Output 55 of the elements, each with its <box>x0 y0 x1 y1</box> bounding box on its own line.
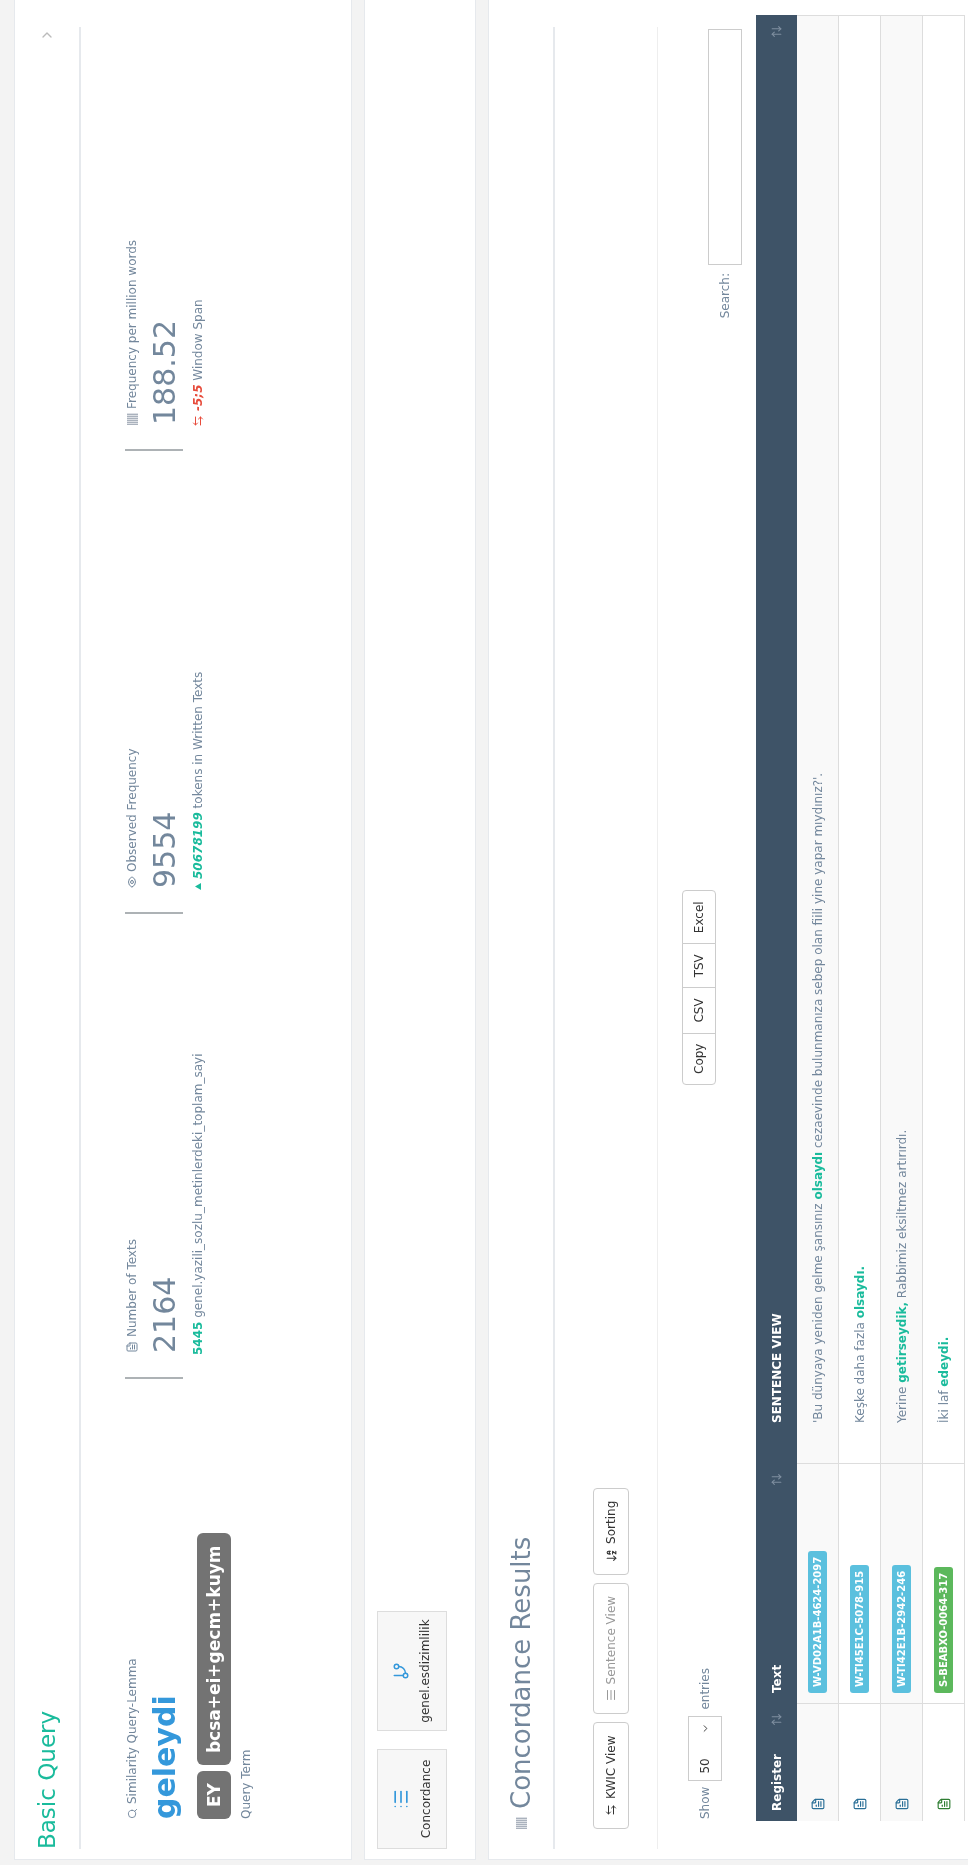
tool-button[interactable]: genel.esdizimlilik <box>377 1611 447 1731</box>
search-label: Search: <box>718 273 732 319</box>
lines-icon <box>605 1689 617 1702</box>
export-button[interactable]: CSV <box>682 987 716 1034</box>
column-header[interactable]: Register <box>756 1703 797 1821</box>
sentence-text: 'Bu dünyaya yeniden gelme şansınız olsaydı cezaevinde bulunmanıza sebep olan fiili yine yapar mıydınız?'. <box>810 772 825 1423</box>
view-button[interactable]: Sorting <box>593 1487 629 1575</box>
sort-icon <box>770 1473 783 1486</box>
query-label: Similarity Query-Lemma <box>125 1658 139 1819</box>
stat-note: 5445 genel.yazili_sozlu_metinlerdeki_toplam_sayi <box>191 1053 205 1355</box>
show-label: Show <box>698 1786 712 1819</box>
search-field[interactable] <box>708 29 742 265</box>
bars-icon <box>126 413 138 425</box>
sort-icon <box>770 25 783 38</box>
triangle-up-icon <box>195 883 201 890</box>
document-icon <box>810 1797 825 1811</box>
document-icon <box>126 1341 138 1353</box>
document-icon <box>936 1797 951 1811</box>
stat-note: 50678199 tokens in Written Texts <box>191 671 205 879</box>
entries-label: entries <box>698 1668 712 1710</box>
stat-value: 9554 <box>147 810 183 888</box>
results-title: Concordance Results <box>506 1536 536 1809</box>
stat-value: 2164 <box>147 1275 183 1353</box>
export-button[interactable]: Copy <box>682 1032 716 1085</box>
bars-icon <box>515 1817 527 1829</box>
tag-badge: bcsa+ei+gecm+kuym <box>197 1533 231 1766</box>
document-icon <box>852 1797 867 1811</box>
sort-alpha-icon <box>604 1548 618 1562</box>
eye-icon <box>126 876 138 888</box>
stat-label: Observed Frequency <box>125 748 139 888</box>
column-header[interactable]: SENTENCE VIEW <box>756 15 797 1463</box>
tool-button[interactable]: Concordance <box>377 1749 447 1849</box>
stat-label: Number of Texts <box>125 1239 139 1353</box>
lemma-text: geleydi <box>147 1695 183 1819</box>
section-title: Basic Query <box>34 1710 60 1849</box>
double-arrow-icon <box>605 1804 617 1816</box>
double-arrow-icon <box>192 415 204 427</box>
stat-note: -5;5 Window Span <box>191 299 205 411</box>
sentence-text: İki laf edeydi. <box>936 1336 951 1423</box>
branch-icon <box>392 1662 410 1680</box>
sentence-text: Keşke daha fazla olsaydı. <box>852 1265 867 1423</box>
sentence-text: Yerine getirseydik, Rabbimiz eksiltmez artırırdı. <box>894 1129 909 1423</box>
tag-badge: EY <box>197 1771 231 1819</box>
stat-label: Frequency per million words <box>125 239 139 425</box>
query-term-caption: Query Term <box>239 1749 253 1819</box>
export-button[interactable]: TSV <box>682 943 716 989</box>
document-icon <box>894 1797 909 1811</box>
entries-select[interactable]: 50 <box>688 1715 722 1781</box>
list-icon <box>391 1789 411 1809</box>
sort-icon <box>770 1713 783 1726</box>
stat-value: 188.52 <box>147 319 183 425</box>
view-button[interactable]: KWIC View <box>593 1722 629 1829</box>
column-header[interactable]: Text <box>756 1463 797 1703</box>
search-icon <box>126 1808 138 1819</box>
export-button[interactable]: Excel <box>682 890 716 945</box>
